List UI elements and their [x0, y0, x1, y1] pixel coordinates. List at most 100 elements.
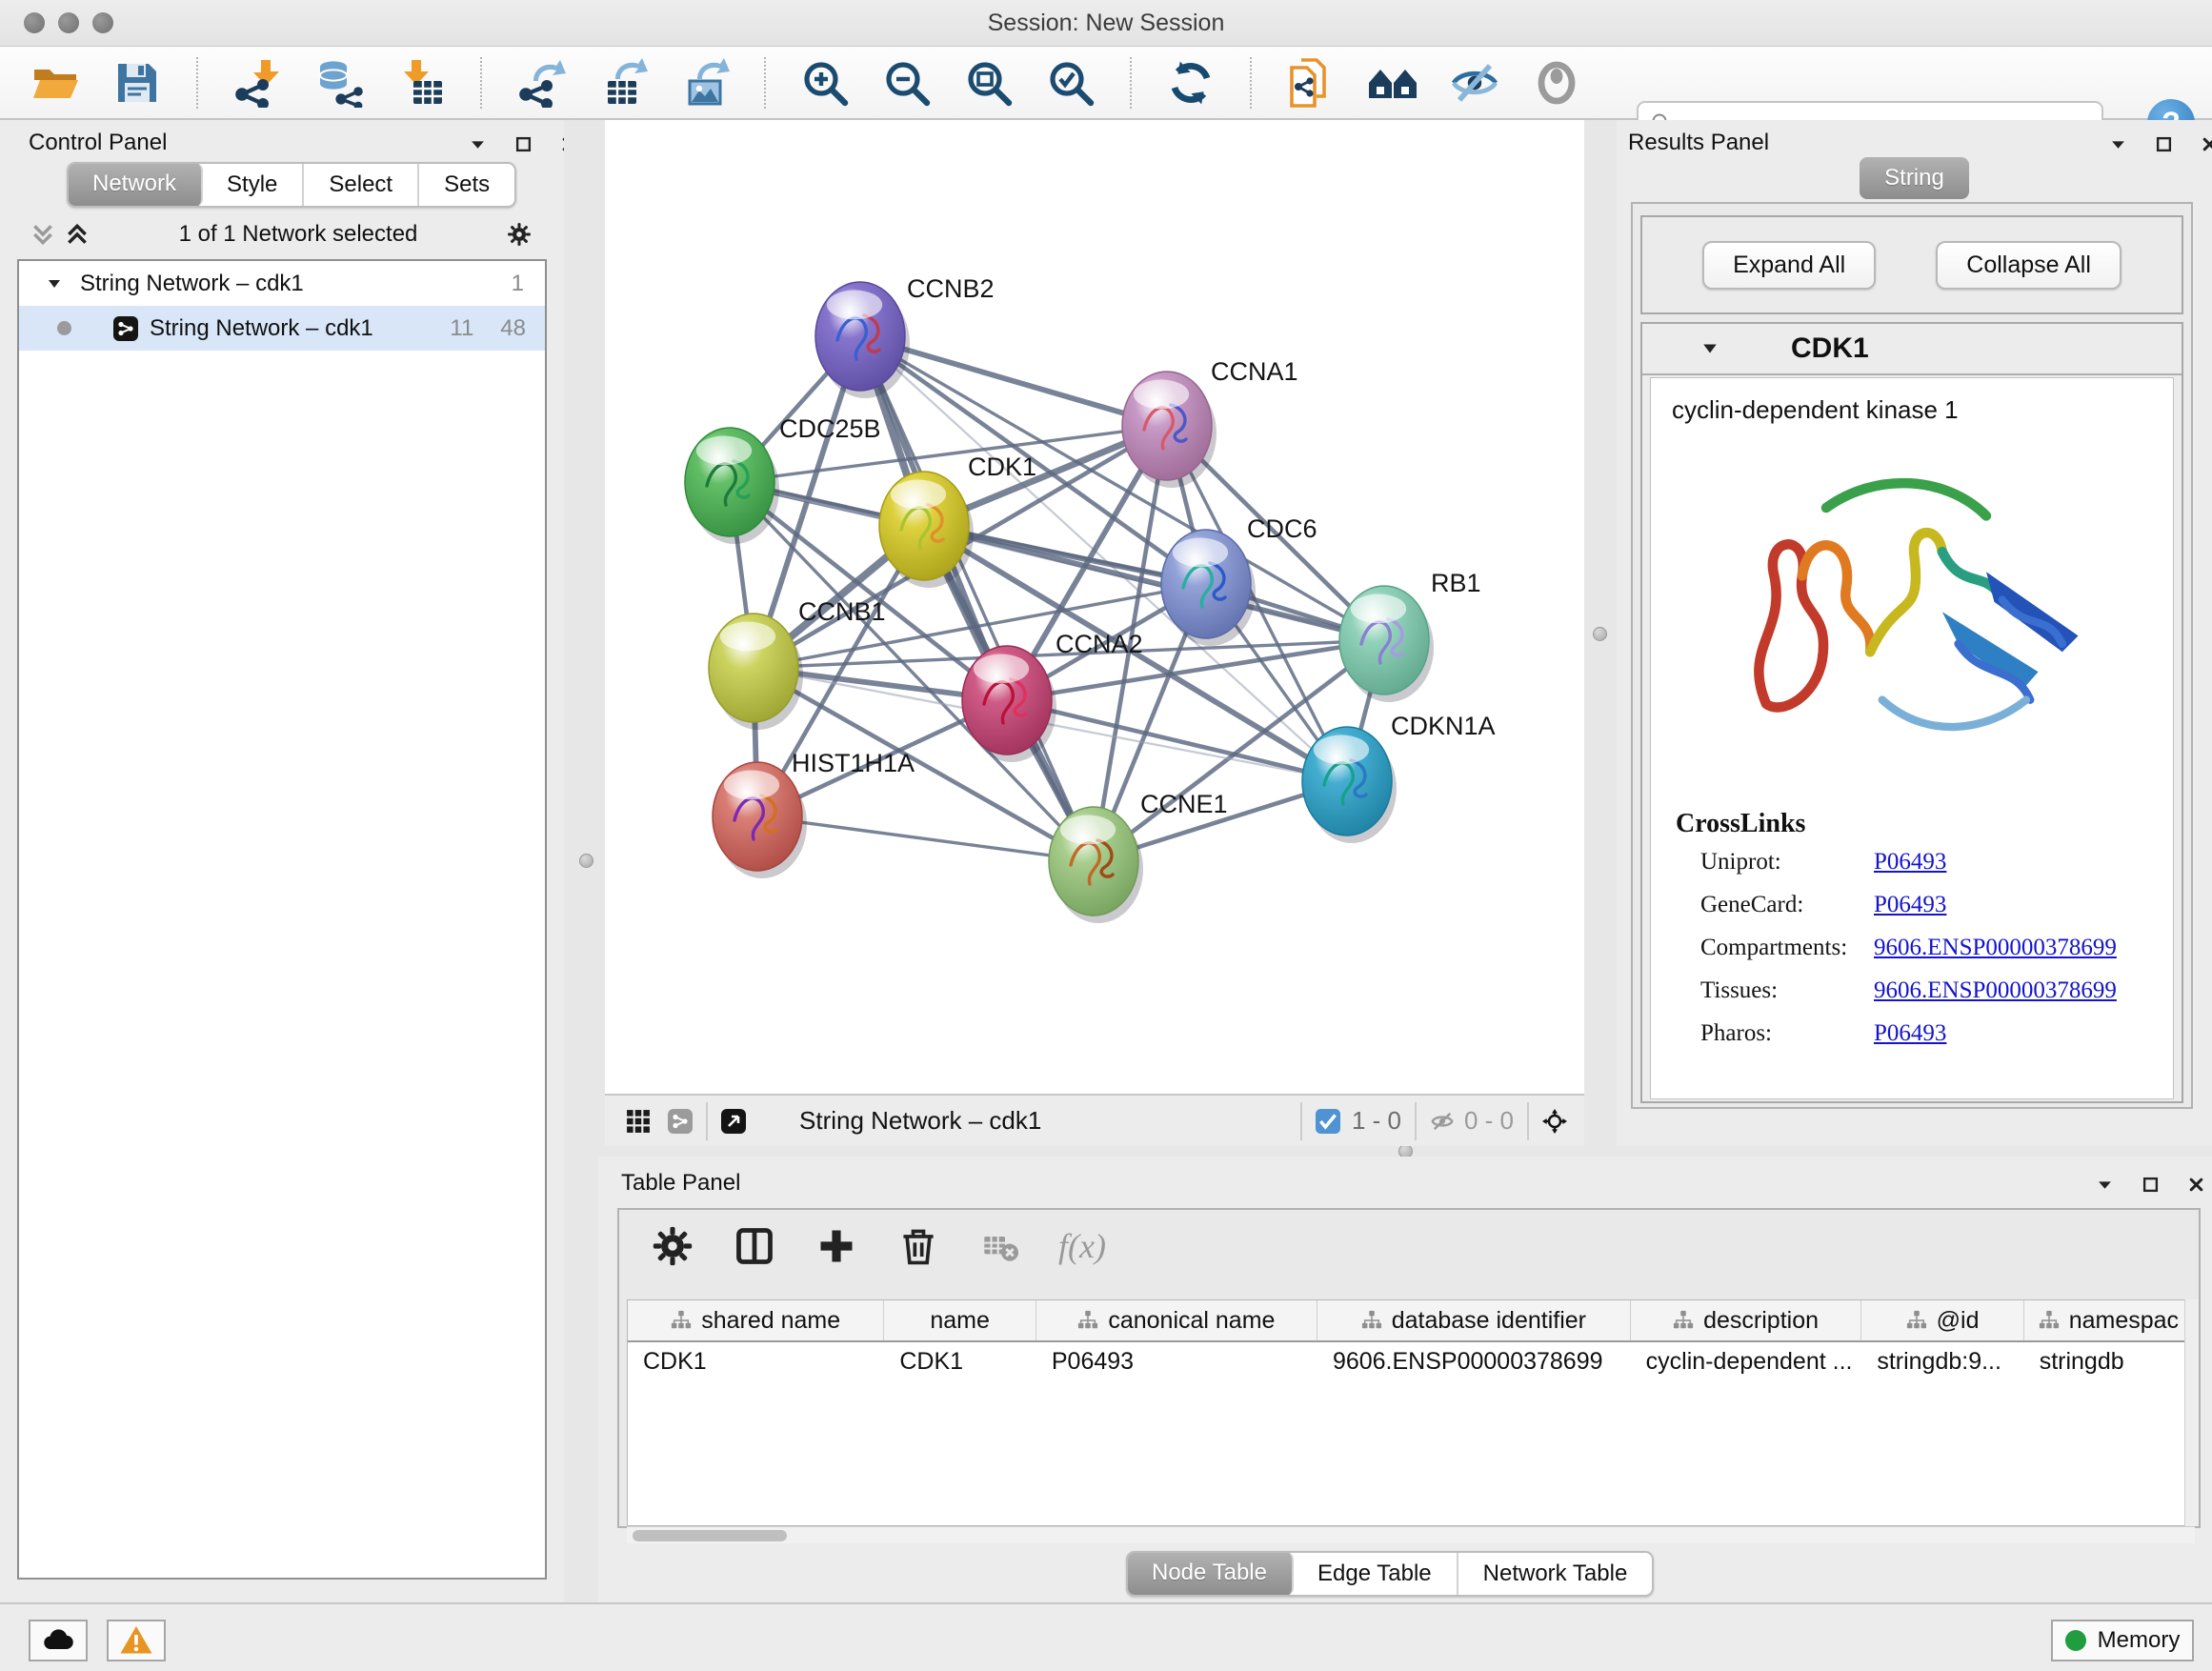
node-label-ccne1: CCNE1 [1140, 790, 1228, 818]
tab-network[interactable]: Network [68, 163, 203, 207]
share-session-file-icon[interactable] [1284, 56, 1337, 110]
crosslink-value-link[interactable]: 9606.ENSP00000378699 [1874, 977, 2117, 1003]
crosslink-value-link[interactable]: P06493 [1874, 849, 1946, 875]
string-network-gray-icon[interactable] [668, 1109, 693, 1134]
tree-expander-icon[interactable] [42, 272, 67, 296]
panel-float-icon[interactable] [465, 131, 490, 156]
open-session-icon[interactable] [29, 56, 82, 110]
memory-button[interactable]: Memory [2051, 1620, 2194, 1661]
panel-maximize-icon[interactable] [2151, 131, 2176, 156]
home-icon[interactable] [1366, 56, 1419, 110]
import-network-database-icon[interactable] [312, 56, 366, 110]
protein-structure-image [1706, 447, 2106, 809]
collapse-all-button[interactable]: Collapse All [1936, 241, 2122, 290]
tab-sets[interactable]: Sets [419, 164, 514, 206]
delete-column-trash-icon[interactable] [894, 1221, 943, 1271]
node-ccnb2[interactable] [815, 282, 910, 398]
import-table-icon[interactable] [394, 56, 448, 110]
column-header-name[interactable]: name [884, 1300, 1036, 1340]
panel-maximize-icon[interactable] [2138, 1172, 2162, 1197]
crosslink-value-link[interactable]: 9606.ENSP00000378699 [1874, 935, 2117, 960]
table-cell[interactable]: P06493 [1036, 1342, 1317, 1384]
refresh-view-icon[interactable] [1164, 56, 1217, 110]
export-table-icon[interactable] [596, 56, 650, 110]
table-row[interactable]: CDK1CDK1P064939606.ENSP00000378699cyclin… [628, 1342, 2194, 1384]
tab-network-table[interactable]: Network Table [1458, 1553, 1653, 1595]
tab-edge-table[interactable]: Edge Table [1293, 1553, 1458, 1595]
node-ccna2[interactable] [962, 646, 1056, 762]
horizontal-scrollbar-thumb[interactable] [633, 1530, 787, 1541]
gear-icon[interactable] [507, 222, 532, 247]
warnings-button[interactable] [107, 1620, 166, 1661]
results-panel: Results Panel String Expand All Collapse… [1617, 120, 2212, 1146]
column-header-canonical-name[interactable]: canonical name [1036, 1300, 1317, 1340]
collapse-all-tree-icon[interactable] [30, 222, 55, 247]
table-cell[interactable]: stringdb [2024, 1342, 2194, 1384]
toolbar-divider [480, 57, 482, 109]
tab-select[interactable]: Select [304, 164, 419, 206]
add-column-icon[interactable] [812, 1221, 861, 1271]
right-splitter-handle[interactable] [1593, 627, 1607, 641]
cloud-button[interactable] [29, 1620, 88, 1661]
table-cell[interactable]: stringdb:9... [1861, 1342, 2023, 1384]
tab-string[interactable]: String [1860, 157, 1969, 199]
fit-selected-crosshair-icon[interactable] [1542, 1109, 1567, 1134]
table-cell[interactable]: CDK1 [628, 1342, 884, 1384]
tab-style[interactable]: Style [202, 164, 304, 206]
network-view-canvas[interactable]: CCNB2CCNA1CDC25BCDK1CDC6RB1CCNB1CCNA2CDK… [605, 120, 1584, 1094]
table-cell[interactable]: CDK1 [884, 1342, 1036, 1384]
column-header-database-identifier[interactable]: database identifier [1317, 1300, 1631, 1340]
column-header--id[interactable]: @id [1861, 1300, 2023, 1340]
node-ccne1[interactable] [1049, 807, 1143, 923]
table-cell[interactable]: cyclin-dependent ... [1631, 1342, 1862, 1384]
show-columns-icon[interactable] [730, 1221, 779, 1271]
node-hist1h1a[interactable] [713, 762, 807, 878]
crosslink-value-link[interactable]: P06493 [1874, 1020, 1946, 1046]
zoom-in-icon[interactable] [798, 56, 852, 110]
node-ccna1[interactable] [1122, 372, 1217, 488]
node-table[interactable]: shared namenamecanonical namedatabase id… [627, 1299, 2195, 1526]
crosslink-value-link[interactable]: P06493 [1874, 892, 1946, 917]
horizontal-scrollbar[interactable] [627, 1526, 2195, 1543]
left-splitter-handle[interactable] [579, 854, 593, 868]
grid-view-icon[interactable] [626, 1109, 651, 1134]
zoom-selected-icon[interactable] [1044, 56, 1097, 110]
gene-section-header[interactable]: CDK1 [1642, 324, 2182, 375]
node-cdk1[interactable] [879, 472, 974, 588]
zoom-out-icon[interactable] [880, 56, 934, 110]
section-expander-icon[interactable] [1698, 336, 1722, 361]
column-header-namespac[interactable]: namespac [2024, 1300, 2194, 1340]
network-row[interactable]: String Network – cdk1 11 48 [19, 306, 545, 351]
toolbar-divider [764, 57, 766, 109]
network-graph[interactable]: CCNB2CCNA1CDC25BCDK1CDC6RB1CCNB1CCNA2CDK… [605, 120, 1584, 1094]
node-cdc6[interactable] [1161, 530, 1256, 646]
node-rb1[interactable] [1339, 586, 1434, 702]
export-image-icon[interactable] [678, 56, 732, 110]
save-session-icon[interactable] [111, 56, 164, 110]
table-settings-gear-icon[interactable] [648, 1221, 697, 1271]
cloud-icon [41, 1623, 75, 1658]
panel-float-icon[interactable] [2105, 131, 2130, 156]
import-network-file-icon[interactable] [231, 56, 284, 110]
column-header-shared-name[interactable]: shared name [628, 1300, 884, 1340]
birds-eye-view-icon[interactable] [721, 1109, 746, 1134]
hide-selected-eye-icon[interactable] [1448, 56, 1501, 110]
node-ccnb1[interactable] [709, 614, 803, 730]
network-collection-row[interactable]: String Network – cdk1 1 [19, 261, 545, 306]
export-network-icon[interactable] [514, 56, 568, 110]
vertical-scrollbar[interactable] [2184, 1299, 2199, 1526]
column-header-description[interactable]: description [1631, 1300, 1862, 1340]
panel-maximize-icon[interactable] [511, 131, 535, 156]
panel-float-icon[interactable] [2092, 1172, 2117, 1197]
tab-node-table[interactable]: Node Table [1127, 1552, 1294, 1596]
table-cell[interactable]: 9606.ENSP00000378699 [1317, 1342, 1631, 1384]
node-cdkn1a[interactable] [1302, 727, 1397, 843]
panel-close-icon[interactable] [2197, 131, 2212, 156]
fit-content-icon[interactable] [962, 56, 1016, 110]
panel-close-icon[interactable] [2183, 1172, 2208, 1197]
selected-checkbox-icon[interactable] [1316, 1109, 1340, 1134]
node-label-ccna1: CCNA1 [1211, 357, 1298, 386]
show-all-eye-icon[interactable] [1530, 56, 1583, 110]
expand-all-tree-icon[interactable] [65, 222, 90, 247]
expand-all-button[interactable]: Expand All [1702, 241, 1876, 290]
